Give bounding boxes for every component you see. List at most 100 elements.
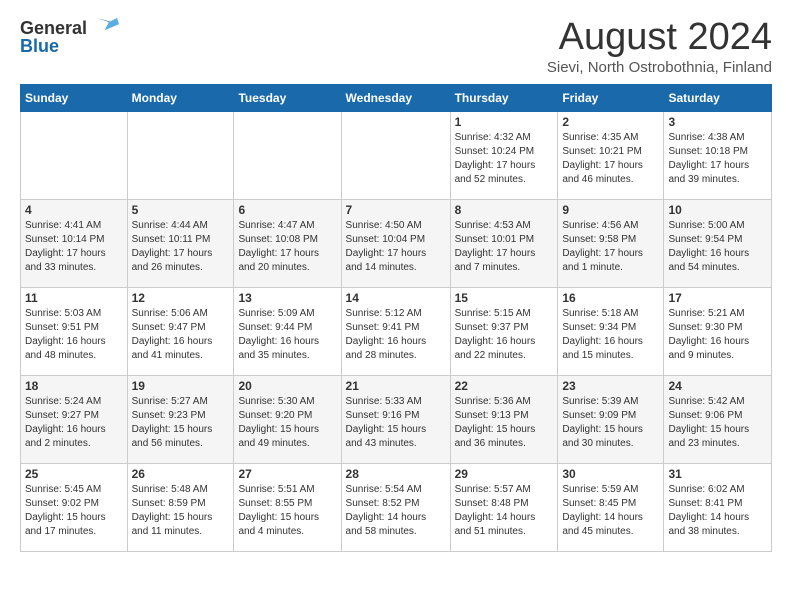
day-number: 14	[346, 291, 446, 305]
calendar-cell: 21 Sunrise: 5:33 AM Sunset: 9:16 PM Dayli…	[341, 376, 450, 464]
day-number: 5	[132, 203, 230, 217]
day-info: Sunrise: 5:12 AM Sunset: 9:41 PM Dayligh…	[346, 307, 446, 363]
calendar-cell: 14 Sunrise: 5:12 AM Sunset: 9:41 PM Dayli…	[341, 288, 450, 376]
calendar-cell: 15 Sunrise: 5:15 AM Sunset: 9:37 PM Dayli…	[450, 288, 558, 376]
day-number: 9	[562, 203, 659, 217]
calendar-cell: 28 Sunrise: 5:54 AM Sunset: 8:52 PM Dayli…	[341, 464, 450, 552]
calendar-cell	[127, 112, 234, 200]
day-info: Sunrise: 4:53 AM Sunset: 10:01 PM Daylig…	[455, 219, 554, 275]
header: General Blue August 2024 Sievi, North Os…	[20, 16, 772, 76]
day-info: Sunrise: 4:38 AM Sunset: 10:18 PM Daylig…	[668, 131, 767, 187]
day-info: Sunrise: 5:45 AM Sunset: 9:02 PM Dayligh…	[25, 483, 123, 539]
calendar-cell: 2Sunrise: 4:35 AM Sunset: 10:21 PM Dayli…	[558, 112, 664, 200]
calendar-cell: 29 Sunrise: 5:57 AM Sunset: 8:48 PM Dayli…	[450, 464, 558, 552]
calendar-cell: 25 Sunrise: 5:45 AM Sunset: 9:02 PM Dayli…	[21, 464, 128, 552]
calendar-cell: 9 Sunrise: 4:56 AM Sunset: 9:58 PM Daylig…	[558, 200, 664, 288]
day-info: Sunrise: 5:06 AM Sunset: 9:47 PM Dayligh…	[132, 307, 230, 363]
day-info: Sunrise: 5:59 AM Sunset: 8:45 PM Dayligh…	[562, 483, 659, 539]
day-number: 8	[455, 203, 554, 217]
day-header-thursday: Thursday	[450, 85, 558, 112]
day-info: Sunrise: 4:56 AM Sunset: 9:58 PM Dayligh…	[562, 219, 659, 275]
calendar-cell: 5Sunrise: 4:44 AM Sunset: 10:11 PM Dayli…	[127, 200, 234, 288]
day-header-monday: Monday	[127, 85, 234, 112]
header-row: SundayMondayTuesdayWednesdayThursdayFrid…	[21, 85, 772, 112]
day-info: Sunrise: 5:36 AM Sunset: 9:13 PM Dayligh…	[455, 395, 554, 451]
day-number: 29	[455, 467, 554, 481]
day-number: 20	[238, 379, 336, 393]
calendar-cell: 13Sunrise: 5:09 AM Sunset: 9:44 PM Dayli…	[234, 288, 341, 376]
day-info: Sunrise: 4:47 AM Sunset: 10:08 PM Daylig…	[238, 219, 336, 275]
day-info: Sunrise: 5:57 AM Sunset: 8:48 PM Dayligh…	[455, 483, 554, 539]
calendar-cell: 31 Sunrise: 6:02 AM Sunset: 8:41 PM Dayli…	[664, 464, 772, 552]
day-number: 15	[455, 291, 554, 305]
day-number: 18	[25, 379, 123, 393]
logo: General Blue	[20, 16, 119, 57]
day-number: 26	[132, 467, 230, 481]
day-info: Sunrise: 4:41 AM Sunset: 10:14 PM Daylig…	[25, 219, 123, 275]
day-info: Sunrise: 5:54 AM Sunset: 8:52 PM Dayligh…	[346, 483, 446, 539]
day-number: 17	[668, 291, 767, 305]
week-row-5: 25 Sunrise: 5:45 AM Sunset: 9:02 PM Dayli…	[21, 464, 772, 552]
calendar-cell: 19Sunrise: 5:27 AM Sunset: 9:23 PM Dayli…	[127, 376, 234, 464]
day-info: Sunrise: 4:50 AM Sunset: 10:04 PM Daylig…	[346, 219, 446, 275]
day-number: 19	[132, 379, 230, 393]
day-info: Sunrise: 5:15 AM Sunset: 9:37 PM Dayligh…	[455, 307, 554, 363]
calendar-cell: 12 Sunrise: 5:06 AM Sunset: 9:47 PM Dayli…	[127, 288, 234, 376]
day-header-wednesday: Wednesday	[341, 85, 450, 112]
day-number: 23	[562, 379, 659, 393]
day-info: Sunrise: 5:03 AM Sunset: 9:51 PM Dayligh…	[25, 307, 123, 363]
week-row-1: 1Sunrise: 4:32 AM Sunset: 10:24 PM Dayli…	[21, 112, 772, 200]
day-number: 21	[346, 379, 446, 393]
day-info: Sunrise: 5:39 AM Sunset: 9:09 PM Dayligh…	[562, 395, 659, 451]
month-title: August 2024	[547, 16, 772, 59]
calendar-cell: 4 Sunrise: 4:41 AM Sunset: 10:14 PM Dayli…	[21, 200, 128, 288]
day-number: 27	[238, 467, 336, 481]
calendar-cell: 7 Sunrise: 4:50 AM Sunset: 10:04 PM Dayli…	[341, 200, 450, 288]
day-number: 25	[25, 467, 123, 481]
day-info: Sunrise: 5:24 AM Sunset: 9:27 PM Dayligh…	[25, 395, 123, 451]
calendar-cell: 17Sunrise: 5:21 AM Sunset: 9:30 PM Dayli…	[664, 288, 772, 376]
day-number: 13	[238, 291, 336, 305]
day-info: Sunrise: 4:32 AM Sunset: 10:24 PM Daylig…	[455, 131, 554, 187]
day-number: 7	[346, 203, 446, 217]
calendar-table: SundayMondayTuesdayWednesdayThursdayFrid…	[20, 84, 772, 552]
day-number: 4	[25, 203, 123, 217]
day-number: 12	[132, 291, 230, 305]
day-info: Sunrise: 5:51 AM Sunset: 8:55 PM Dayligh…	[238, 483, 336, 539]
day-info: Sunrise: 5:30 AM Sunset: 9:20 PM Dayligh…	[238, 395, 336, 451]
calendar-cell: 11Sunrise: 5:03 AM Sunset: 9:51 PM Dayli…	[21, 288, 128, 376]
calendar-cell: 16 Sunrise: 5:18 AM Sunset: 9:34 PM Dayli…	[558, 288, 664, 376]
day-info: Sunrise: 4:35 AM Sunset: 10:21 PM Daylig…	[562, 131, 659, 187]
logo-bird-icon	[89, 16, 119, 40]
calendar-cell: 20 Sunrise: 5:30 AM Sunset: 9:20 PM Dayli…	[234, 376, 341, 464]
day-number: 30	[562, 467, 659, 481]
day-number: 31	[668, 467, 767, 481]
day-number: 16	[562, 291, 659, 305]
calendar-cell: 1Sunrise: 4:32 AM Sunset: 10:24 PM Dayli…	[450, 112, 558, 200]
day-header-friday: Friday	[558, 85, 664, 112]
day-info: Sunrise: 5:18 AM Sunset: 9:34 PM Dayligh…	[562, 307, 659, 363]
day-header-saturday: Saturday	[664, 85, 772, 112]
calendar-cell: 6 Sunrise: 4:47 AM Sunset: 10:08 PM Dayli…	[234, 200, 341, 288]
day-number: 22	[455, 379, 554, 393]
calendar-cell: 27 Sunrise: 5:51 AM Sunset: 8:55 PM Dayli…	[234, 464, 341, 552]
day-number: 3	[668, 115, 767, 129]
calendar-cell: 10Sunrise: 5:00 AM Sunset: 9:54 PM Dayli…	[664, 200, 772, 288]
calendar-cell	[341, 112, 450, 200]
day-number: 10	[668, 203, 767, 217]
calendar-cell: 18 Sunrise: 5:24 AM Sunset: 9:27 PM Dayli…	[21, 376, 128, 464]
day-header-tuesday: Tuesday	[234, 85, 341, 112]
week-row-4: 18 Sunrise: 5:24 AM Sunset: 9:27 PM Dayli…	[21, 376, 772, 464]
day-header-sunday: Sunday	[21, 85, 128, 112]
calendar-cell: 8 Sunrise: 4:53 AM Sunset: 10:01 PM Dayli…	[450, 200, 558, 288]
title-area: August 2024 Sievi, North Ostrobothnia, F…	[547, 16, 772, 76]
week-row-3: 11Sunrise: 5:03 AM Sunset: 9:51 PM Dayli…	[21, 288, 772, 376]
location: Sievi, North Ostrobothnia, Finland	[547, 59, 772, 76]
day-info: Sunrise: 6:02 AM Sunset: 8:41 PM Dayligh…	[668, 483, 767, 539]
day-info: Sunrise: 5:33 AM Sunset: 9:16 PM Dayligh…	[346, 395, 446, 451]
day-number: 6	[238, 203, 336, 217]
day-number: 28	[346, 467, 446, 481]
logo-blue: Blue	[20, 36, 59, 57]
calendar-cell: 3 Sunrise: 4:38 AM Sunset: 10:18 PM Dayli…	[664, 112, 772, 200]
calendar-cell: 30 Sunrise: 5:59 AM Sunset: 8:45 PM Dayli…	[558, 464, 664, 552]
